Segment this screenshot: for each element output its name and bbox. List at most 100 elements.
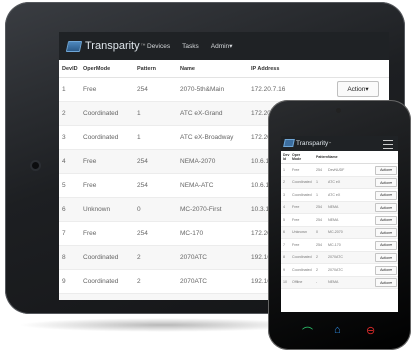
action-dropdown-button[interactable]: Action▾	[375, 265, 397, 275]
cell-opermode: Free	[83, 86, 97, 93]
table-row[interactable]: 7 Free 254 MC-170 Action▾	[281, 239, 398, 252]
cell-pattern: 254	[316, 167, 322, 172]
cell-pattern: 2	[137, 278, 141, 285]
cell-name: MC-2070-First	[180, 206, 222, 213]
cell-devid: 1	[62, 86, 66, 93]
action-dropdown-button[interactable]: Action▾	[375, 240, 397, 250]
action-dropdown-button[interactable]: Action▾	[375, 278, 397, 287]
cell-pattern: 254	[137, 158, 148, 165]
cell-devid: 2	[62, 110, 66, 117]
cell-pattern: 254	[137, 182, 148, 189]
home-icon[interactable]: ⌂	[334, 324, 341, 336]
table-header: DevID OperMode Pattern Name IP Address	[59, 60, 389, 78]
cell-opermode: Free	[83, 230, 97, 237]
action-dropdown-button[interactable]: Action▾	[375, 178, 397, 187]
cell-devid: 3	[62, 134, 66, 141]
col-opermode[interactable]: OperMode	[83, 66, 110, 72]
brand-trademark: ™	[140, 43, 146, 49]
cell-name: ATC eX	[328, 192, 341, 197]
action-dropdown-button[interactable]: Action▾	[375, 228, 397, 237]
logo-icon	[283, 139, 295, 147]
nav-admin-label: Admin	[210, 43, 230, 50]
cell-name: 2070ATC	[328, 255, 343, 259]
p-col-pattern[interactable]: Pattern	[316, 155, 328, 159]
table-row[interactable]: 3 Coordinated 1 ATC eX Action▾	[281, 189, 398, 202]
cell-opermode: Free	[83, 158, 97, 165]
p-col-opermode[interactable]: Oper Mode	[292, 153, 302, 161]
cell-name: DevNUDF	[328, 167, 345, 172]
phone-navbar: Transparity ™	[281, 136, 398, 151]
cell-opermode: Free	[292, 205, 300, 209]
cell-pattern: 1	[316, 180, 318, 184]
cell-opermode: Free	[292, 242, 300, 247]
col-ip[interactable]: IP Address	[251, 66, 279, 72]
col-devid[interactable]: DevID	[62, 66, 78, 72]
phone-nav-bar: ⌒ ⌂ ⊖	[282, 322, 397, 340]
cell-opermode: Coordinated	[292, 255, 312, 259]
cell-opermode: Coordinated	[292, 192, 312, 197]
cell-opermode: Unknown	[83, 206, 111, 213]
col-pattern[interactable]: Pattern	[137, 66, 156, 72]
action-dropdown-button[interactable]: Action▾	[375, 253, 397, 262]
cell-ip: 172.20.7.16	[251, 86, 286, 93]
brand[interactable]: Transparity ™	[65, 38, 146, 54]
back-icon[interactable]: ⌒	[302, 324, 313, 340]
nav-admin[interactable]: Admin▾	[211, 42, 233, 50]
cell-opermode: Coordinated	[83, 110, 119, 117]
nav-devices[interactable]: Devices	[147, 43, 170, 50]
table-row[interactable]: 1 Free 254 2070-5th&Main 172.20.7.16 Action▾	[59, 78, 389, 102]
cell-opermode: Coordinated	[83, 254, 119, 261]
cell-devid: 10	[283, 280, 287, 284]
table-row[interactable]: 9 Coordinated 2 2070ATC Action▾	[281, 264, 398, 277]
cell-pattern: 2	[316, 267, 318, 272]
phone-brand[interactable]: Transparity ™	[283, 139, 332, 147]
action-dropdown-button[interactable]: Action▾	[337, 81, 379, 97]
cell-opermode: Offline	[292, 280, 303, 284]
cell-name: 2070-5th&Main	[180, 86, 225, 93]
cell-pattern: 2	[316, 255, 318, 259]
hamburger-menu-icon[interactable]	[383, 140, 393, 149]
cell-devid: 5	[283, 217, 285, 222]
cell-pattern: 1	[137, 110, 141, 117]
action-dropdown-button[interactable]: Action▾	[375, 203, 397, 212]
nav-menu: Devices Tasks Admin▾	[147, 32, 244, 60]
phone-device: Transparity ™ Dev Id Oper Mode Pattern Na…	[268, 100, 411, 350]
cell-name: NEMA-2070	[180, 158, 216, 165]
cell-devid: 7	[283, 242, 285, 247]
table-row[interactable]: 10 Offline - NEMA Action▾	[281, 276, 398, 289]
cell-devid: 9	[283, 267, 285, 272]
action-dropdown-button[interactable]: Action▾	[375, 165, 397, 175]
table-row[interactable]: 1 Free 254 DevNUDF Action▾	[281, 164, 398, 177]
cell-opermode: Coordinated	[83, 134, 119, 141]
p-col-devid[interactable]: Dev Id	[283, 153, 291, 161]
brand-name: Transparity	[85, 40, 140, 52]
phone-brand-trademark: ™	[328, 141, 332, 145]
recents-icon[interactable]: ⊖	[366, 324, 375, 337]
nav-tasks[interactable]: Tasks	[182, 43, 199, 50]
table-row[interactable]: 6 Unknown 0 MC-2070 Action▾	[281, 226, 398, 239]
cell-devid: 1	[283, 167, 285, 172]
table-row[interactable]: 5 Free 254 NEMA Action▾	[281, 214, 398, 227]
action-dropdown-button[interactable]: Action▾	[375, 215, 397, 225]
cell-devid: 6	[283, 230, 285, 234]
cell-name: ATC eX-Broadway	[180, 134, 234, 141]
cell-opermode: Free	[292, 217, 300, 222]
cell-pattern: 254	[316, 242, 322, 247]
col-name[interactable]: Name	[180, 66, 195, 72]
cell-pattern: 2	[137, 254, 141, 261]
cell-pattern: 0	[316, 230, 318, 234]
logo-icon	[65, 40, 83, 52]
cell-name: 2070ATC	[328, 267, 343, 272]
table-row[interactable]: 2 Coordinated 1 ATC eX Action▾	[281, 176, 398, 189]
cell-name: 2070ATC	[180, 254, 207, 261]
table-row[interactable]: 8 Coordinated 2 2070ATC Action▾	[281, 251, 398, 264]
device-shadow	[18, 318, 308, 332]
cell-devid: 7	[62, 230, 66, 237]
p-col-name[interactable]: Name	[328, 155, 338, 159]
cell-pattern: 0	[137, 206, 141, 213]
cell-pattern: 1	[137, 134, 141, 141]
table-row[interactable]: 4 Free 254 NEMA Action▾	[281, 201, 398, 214]
action-dropdown-button[interactable]: Action▾	[375, 190, 397, 200]
cell-name: MC-170	[180, 230, 204, 237]
cell-devid: 4	[62, 158, 66, 165]
